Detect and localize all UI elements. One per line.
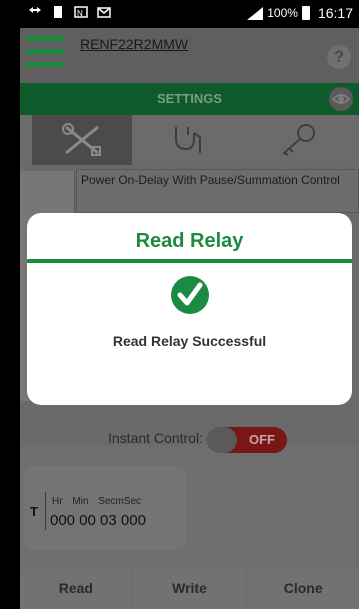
toggle-knob [207, 427, 237, 453]
battery-percent: 100% [267, 6, 298, 20]
timer-value: 000 00 03 000 [50, 512, 146, 529]
tools-icon [62, 123, 101, 156]
nfc-icon: N [74, 6, 88, 18]
write-button[interactable]: Write [133, 567, 246, 609]
app-header: RENF22R2MMW ? [20, 28, 359, 83]
tab-settings[interactable] [32, 115, 132, 165]
status-icons-left: N [28, 5, 111, 19]
device-name[interactable]: RENF22R2MMW [80, 36, 188, 52]
check-circle-icon [171, 276, 209, 314]
instant-control-label: Instant Control: [108, 430, 203, 446]
tab-diagnostics[interactable] [140, 115, 240, 165]
status-bar: N 100% 16:17 [20, 0, 359, 28]
dialog-message: Read Relay Successful [112, 333, 267, 349]
key-icon [282, 124, 315, 156]
instant-control-toggle[interactable]: OFF [207, 427, 287, 453]
stethoscope-icon [175, 127, 201, 153]
timer-divider [45, 492, 46, 530]
timer-headers: Hr Min SecmSec [52, 496, 148, 507]
instant-control-row: Instant Control: OFF [20, 420, 359, 460]
timer-header-min: Min [72, 496, 89, 507]
timer-card[interactable]: T Hr Min SecmSec 000 00 03 000 [24, 466, 187, 550]
settings-bar: SETTINGS [20, 83, 359, 115]
timer-header-hr: Hr [52, 496, 63, 507]
svg-text:N: N [77, 9, 83, 18]
help-icon[interactable]: ? [327, 45, 351, 69]
clone-button[interactable]: Clone [247, 567, 359, 609]
toggle-state: OFF [249, 432, 275, 447]
phone-screen: N 100% 16:17 RENF22R2MMW ? SETTINGS Powe… [20, 0, 359, 609]
sim-icon [54, 6, 62, 18]
read-relay-dialog[interactable]: Read Relay Read Relay Successful [27, 213, 352, 405]
bottom-actions: Read Write Clone [20, 567, 359, 609]
battery-icon [301, 6, 310, 20]
eye-icon[interactable] [329, 87, 353, 111]
timer-header-sec: Sec [98, 496, 116, 507]
tab-bar [20, 115, 359, 165]
dialog-divider [27, 259, 352, 263]
dialog-title: Read Relay [135, 230, 244, 252]
timer-letter: T [30, 504, 38, 519]
vpn-key-icon [29, 7, 41, 13]
mail-icon [97, 7, 111, 18]
function-description: Power On-Delay With Pause/Summation Cont… [76, 169, 359, 213]
signal-icon [247, 6, 264, 20]
settings-title: SETTINGS [156, 91, 222, 106]
clock: 16:17 [317, 5, 353, 21]
tab-security[interactable] [248, 115, 348, 165]
timer-header-msec: mSec [115, 496, 142, 507]
menu-icon[interactable] [26, 36, 64, 72]
status-icons-right: 100% 16:17 [247, 5, 353, 21]
read-button[interactable]: Read [20, 567, 132, 609]
